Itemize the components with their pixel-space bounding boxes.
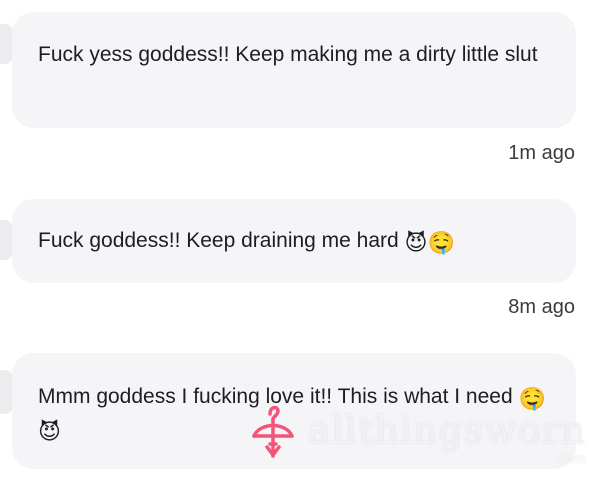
message-bubble[interactable]: Mmm goddess I fucking love it!! This is … <box>12 353 576 469</box>
drooling-face-emoji-icon: 🤤 <box>427 231 455 256</box>
message-text: Mmm goddess I fucking love it!! This is … <box>38 385 519 408</box>
message-text: Fuck goddess!! Keep draining me hard <box>38 229 405 252</box>
drooling-face-emoji-icon: 🤤 <box>518 387 546 412</box>
message-timestamp: 1m ago <box>508 142 575 164</box>
message-text: Fuck yess goddess!! Keep making me a dir… <box>38 43 538 66</box>
smiling-devil-emoji-icon: 😈 <box>38 420 61 445</box>
message-bubble[interactable]: Fuck yess goddess!! Keep making me a dir… <box>12 12 576 128</box>
smiling-devil-emoji-icon: 😈 <box>404 231 428 256</box>
message-timestamp: 8m ago <box>508 296 575 318</box>
message-feed: Fuck yess goddess!! Keep making me a dir… <box>0 0 600 484</box>
message-bubble[interactable]: Fuck goddess!! Keep draining me hard 😈🤤 <box>12 199 576 283</box>
